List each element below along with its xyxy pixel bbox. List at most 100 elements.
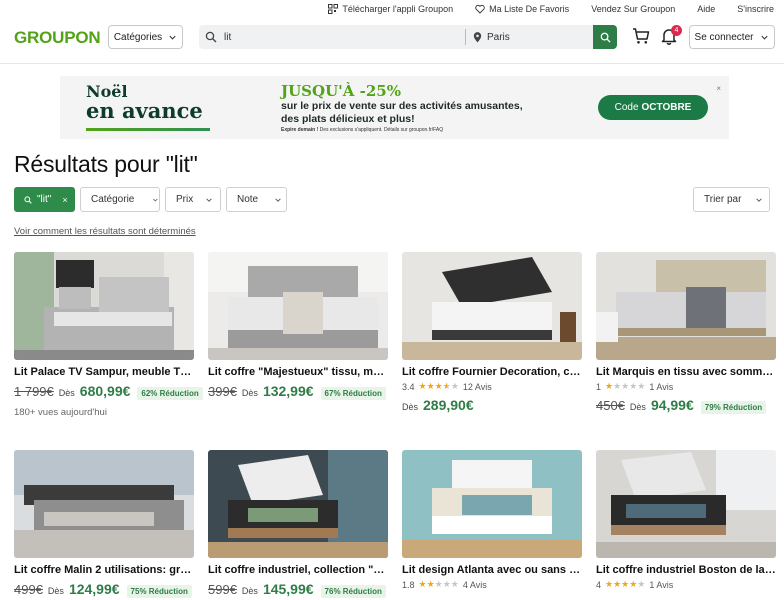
product-title[interactable]: Lit coffre Fournier Decoration, co...: [402, 366, 582, 378]
product-price: 599€ Dès 145,99€ 76% Réduction: [208, 581, 388, 598]
review-count: 4 Avis: [462, 579, 487, 590]
search-icon: [24, 195, 32, 204]
banner-promo: JUSQU'À -25%: [281, 82, 401, 100]
product-rating: 1.8 ★★★★★ 4 Avis: [402, 579, 582, 590]
product-title[interactable]: Lit design Atlanta avec ou sans m...: [402, 564, 582, 576]
category-filter[interactable]: Catégorie: [80, 187, 160, 212]
product-price: 499€ Dès 124,99€ 75% Réduction: [14, 581, 194, 598]
sort-dropdown[interactable]: Trier par: [693, 187, 770, 212]
product-image[interactable]: [596, 450, 776, 558]
price-filter-label: Prix: [176, 194, 194, 205]
product-title[interactable]: Lit coffre "Majestueux" tissu, ma...: [208, 366, 388, 378]
header-divider: [0, 63, 784, 64]
banner-close-icon[interactable]: ×: [716, 84, 721, 93]
product-card[interactable]: Lit coffre Malin 2 utilisations: gra... …: [14, 450, 194, 598]
product-title[interactable]: Lit Marquis en tissu avec sommie...: [596, 366, 776, 378]
sell-label: Vendez Sur Groupon: [591, 4, 676, 14]
product-image[interactable]: [402, 252, 582, 360]
chevron-down-icon: [756, 197, 763, 202]
categories-button[interactable]: Catégories: [108, 25, 183, 49]
search-bar: lit Paris: [199, 25, 617, 49]
sale-price: 680,99€: [79, 383, 131, 399]
rating-value: 1: [596, 381, 602, 392]
review-count: 1 Avis: [649, 579, 674, 590]
product-title[interactable]: Lit coffre industriel Boston de la ...: [596, 564, 776, 576]
product-card[interactable]: Lit Palace TV Sampur, meuble TV ... 1 79…: [14, 252, 203, 418]
rating-filter[interactable]: Note: [226, 187, 287, 212]
promo-code-value: OCTOBRE: [641, 102, 692, 113]
original-price: 1 799€: [14, 384, 54, 399]
product-card[interactable]: Lit coffre industriel, collection "C... …: [208, 450, 388, 598]
groupon-logo[interactable]: GROUPON: [14, 28, 101, 48]
category-filter-label: Catégorie: [91, 194, 135, 205]
rating-stars: ★★★★★: [605, 579, 646, 589]
review-count: 1 Avis: [649, 381, 674, 392]
search-term-label: "lit": [37, 194, 52, 205]
product-image[interactable]: [208, 450, 388, 558]
location-input[interactable]: Paris: [487, 32, 593, 43]
product-title[interactable]: Lit coffre Malin 2 utilisations: gra...: [14, 564, 194, 576]
remove-chip-icon[interactable]: ×: [62, 195, 67, 205]
help-label: Aide: [697, 4, 716, 14]
rating-stars: ★★★★★: [418, 579, 459, 589]
product-card[interactable]: Lit Marquis en tissu avec sommie... 1 ★★…: [596, 252, 776, 414]
rating-stars: ★★★★★: [605, 381, 646, 391]
help-link[interactable]: Aide: [697, 4, 715, 14]
product-image[interactable]: [14, 450, 194, 558]
price-prefix: Dès: [47, 586, 64, 596]
qr-code-icon: [328, 4, 339, 14]
original-price: 450€: [596, 398, 625, 413]
discount-badge: 75% Réduction: [126, 585, 192, 598]
search-input[interactable]: lit: [224, 32, 465, 43]
rating-filter-label: Note: [237, 194, 259, 205]
product-image[interactable]: [596, 252, 776, 360]
product-card[interactable]: Lit design Atlanta avec ou sans m... 1.8…: [402, 450, 582, 590]
banner-text-line3: des plats délicieux et plus!: [281, 113, 415, 125]
results-explanation-link[interactable]: Voir comment les résultats sont détermin…: [14, 226, 196, 237]
promo-code-button[interactable]: Code OCTOBRE: [598, 95, 708, 120]
download-app-link[interactable]: Télécharger l'appli Groupon: [328, 4, 453, 14]
search-divider: [465, 29, 466, 45]
rating-value: 1.8: [402, 579, 415, 590]
search-submit-button[interactable]: [593, 25, 617, 49]
search-term-chip[interactable]: "lit" ×: [14, 187, 75, 212]
top-links: Télécharger l'appli Groupon Ma Liste De …: [328, 4, 774, 14]
favorites-label: Ma Liste De Favoris: [489, 4, 570, 14]
chevron-down-icon: [275, 197, 281, 202]
rating-stars: ★★★★★★: [418, 381, 459, 391]
product-rating: 1 ★★★★★ 1 Avis: [596, 381, 776, 392]
page-title: Résultats pour "lit": [14, 151, 198, 177]
signup-label: S'inscrire: [737, 4, 774, 14]
banner-fine-print: Expire demain ! Des exclusions s'appliqu…: [281, 127, 443, 133]
sell-link[interactable]: Vendez Sur Groupon: [591, 4, 675, 14]
favorites-link[interactable]: Ma Liste De Favoris: [475, 4, 569, 14]
banner-underline: [86, 128, 210, 131]
location-pin-icon: [473, 31, 482, 43]
banner-text-line2: sur le prix de vente sur des activités a…: [281, 100, 523, 112]
original-price: 399€: [208, 384, 237, 399]
notification-badge: 4: [671, 25, 682, 36]
original-price: 599€: [208, 582, 237, 597]
promo-code-prefix: Code: [614, 102, 639, 113]
product-title[interactable]: Lit Palace TV Sampur, meuble TV ...: [14, 366, 194, 378]
product-image[interactable]: [402, 450, 582, 558]
product-title[interactable]: Lit coffre industriel, collection "C...: [208, 564, 388, 576]
sale-price: 132,99€: [262, 383, 314, 399]
product-image[interactable]: [208, 252, 388, 360]
cart-icon[interactable]: [632, 27, 650, 45]
login-button[interactable]: Se connecter: [689, 25, 775, 49]
price-prefix: Dès: [58, 388, 75, 398]
sale-price: 145,99€: [262, 581, 314, 597]
login-label: Se connecter: [694, 31, 754, 43]
review-count: 12 Avis: [462, 381, 492, 392]
discount-badge: 67% Réduction: [320, 387, 386, 400]
signup-link[interactable]: S'inscrire: [737, 4, 774, 14]
price-prefix: Dès: [241, 388, 258, 398]
price-filter[interactable]: Prix: [165, 187, 221, 212]
chevron-down-icon: [169, 35, 176, 40]
product-card[interactable]: Lit coffre "Majestueux" tissu, ma... 399…: [208, 252, 388, 400]
promo-banner[interactable]: Noël en avance JUSQU'À -25% sur le prix …: [60, 76, 729, 139]
product-image[interactable]: [14, 252, 194, 360]
product-card[interactable]: Lit coffre industriel Boston de la ... 4…: [596, 450, 776, 590]
product-card[interactable]: Lit coffre Fournier Decoration, co... 3.…: [402, 252, 582, 413]
